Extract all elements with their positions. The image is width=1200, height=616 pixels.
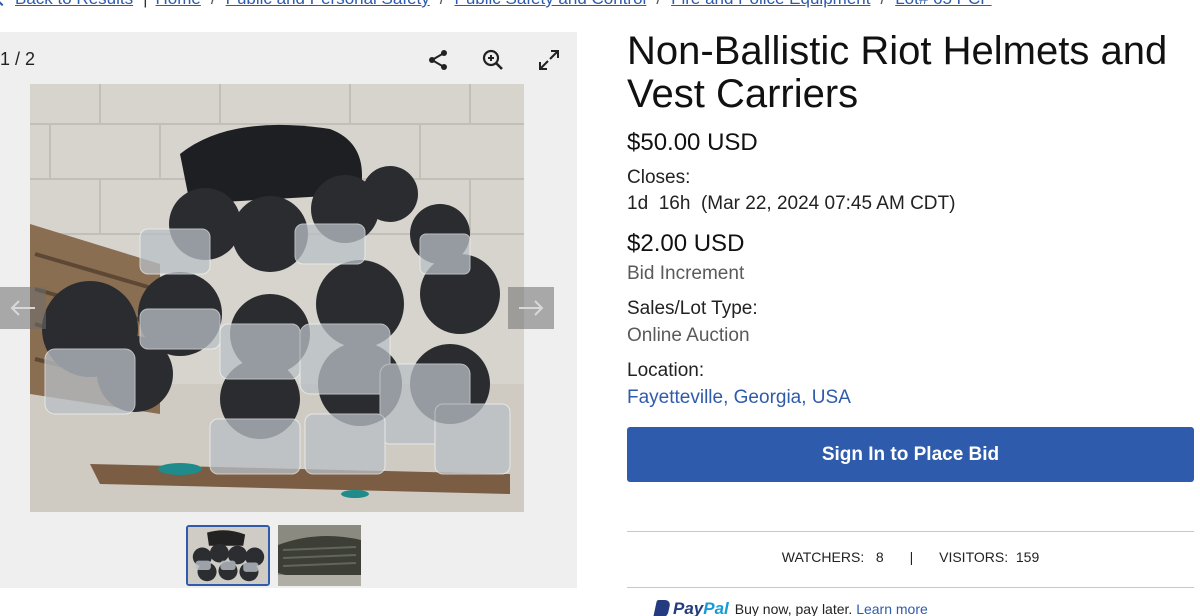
- paypal-icon: [653, 600, 671, 616]
- back-to-results-link[interactable]: Back to Results: [0, 0, 133, 9]
- image-counter: 1 / 2: [0, 49, 36, 69]
- location-link[interactable]: Fayetteville, Georgia, USA: [627, 387, 851, 409]
- zoom-in-icon[interactable]: [477, 44, 509, 76]
- breadcrumb-public-personal-safety[interactable]: Public and Personal Safety: [226, 0, 430, 9]
- image-gallery: 1 / 2: [0, 32, 577, 588]
- closes-label: Closes:: [627, 167, 691, 188]
- watchers-label: WATCHERS:: [781, 549, 865, 565]
- location-label: Location:: [627, 360, 705, 381]
- breadcrumb-divider: |: [143, 0, 147, 9]
- share-icon[interactable]: [422, 44, 454, 76]
- breadcrumb-separator: /: [440, 0, 445, 9]
- visitors-count: 159: [1015, 549, 1040, 565]
- next-image-button[interactable]: [508, 287, 554, 329]
- paypal-logo: PayPal: [673, 599, 729, 616]
- bid-increment-label: Bid Increment: [627, 263, 745, 284]
- breadcrumb-home[interactable]: Home: [156, 0, 201, 9]
- breadcrumb-separator: /: [211, 0, 216, 9]
- breadcrumb: Back to Results | Home / Public and Pers…: [0, 0, 992, 10]
- chevron-left-icon: [0, 0, 10, 7]
- main-product-image[interactable]: [30, 84, 524, 512]
- thumbnail-2[interactable]: [278, 525, 361, 586]
- thumbnail-1[interactable]: [186, 525, 270, 586]
- breadcrumb-lot[interactable]: Lot# 65 PCP: [895, 0, 991, 9]
- bid-increment-value: $2.00 USD: [627, 230, 745, 257]
- breadcrumb-separator: /: [880, 0, 885, 9]
- sign-in-to-bid-button[interactable]: Sign In to Place Bid: [627, 427, 1194, 482]
- visitors-label: VISITORS:: [939, 549, 1009, 565]
- current-price: $50.00 USD: [627, 129, 758, 156]
- breadcrumb-separator: /: [656, 0, 661, 9]
- stats-divider: |: [909, 549, 914, 565]
- lot-type-value: Online Auction: [627, 325, 750, 346]
- divider: [627, 531, 1194, 532]
- paypal-promo: PayPal Buy now, pay later. Learn more: [653, 599, 928, 616]
- arrow-right-icon: [519, 300, 544, 316]
- paypal-learn-more-link[interactable]: Learn more: [856, 601, 928, 616]
- watchers-count: 8: [875, 549, 884, 565]
- paypal-text: Buy now, pay later.: [734, 601, 853, 616]
- fullscreen-icon[interactable]: [533, 44, 565, 76]
- lot-title: Non-Ballistic Riot Helmets and Vest Carr…: [627, 29, 1168, 116]
- previous-image-button[interactable]: [0, 287, 46, 329]
- breadcrumb-fire-police-equipment[interactable]: Fire and Police Equipment: [671, 0, 870, 9]
- breadcrumb-public-safety-control[interactable]: Public Safety and Control: [454, 0, 646, 9]
- arrow-left-icon: [10, 300, 35, 316]
- divider: [627, 587, 1194, 588]
- closes-value: 1d 16h (Mar 22, 2024 07:45 AM CDT): [627, 193, 956, 214]
- lot-stats: WATCHERS: 8 | VISITORS: 159: [627, 549, 1194, 565]
- lot-type-label: Sales/Lot Type:: [627, 298, 758, 319]
